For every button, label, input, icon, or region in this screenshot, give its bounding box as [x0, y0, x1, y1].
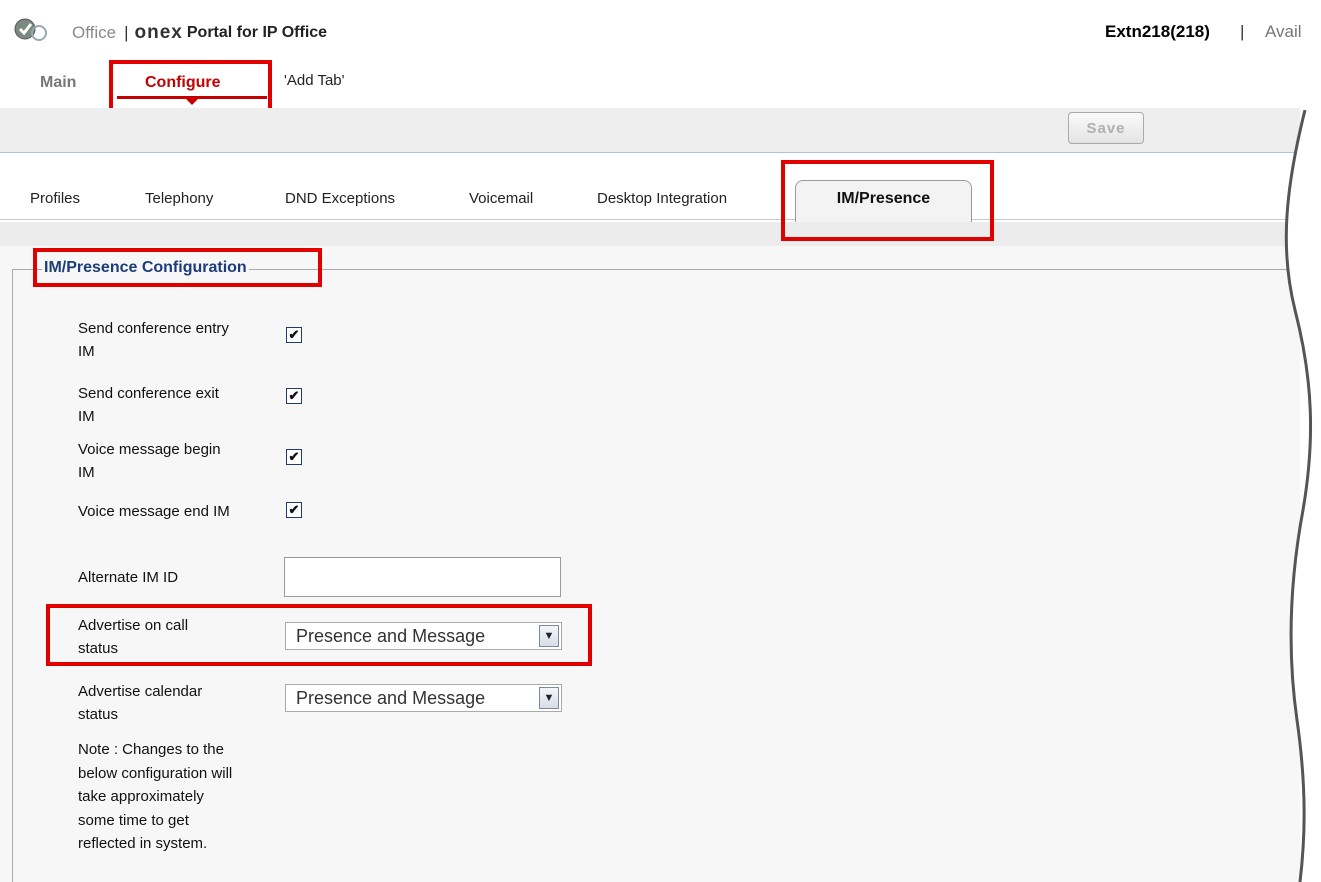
user-extension: Extn218(218) — [1105, 22, 1210, 41]
checkbox-label-voice-end: Voice message end IM — [78, 503, 230, 520]
checkbox-voice-begin[interactable]: ✔ — [286, 449, 302, 465]
tab-desktop-integration[interactable]: Desktop Integration — [597, 190, 727, 207]
advertise-calendar-select[interactable]: Presence and Message ▼ — [285, 684, 562, 712]
checkbox-label-voice-begin: Voice message begin IM — [78, 441, 221, 481]
checkbox-label-conference-entry: Send conference entry IM — [78, 320, 229, 360]
checkbox-conference-entry[interactable]: ✔ — [286, 327, 302, 343]
brand-onex-logo: onex — [134, 22, 183, 43]
presence-status[interactable]: Avail — [1265, 22, 1302, 42]
tabs-divider — [0, 219, 1300, 220]
config-tabs — [0, 153, 1300, 223]
save-button[interactable]: Save — [1068, 112, 1144, 144]
fieldset-border-left — [12, 269, 13, 882]
user-separator: | — [1240, 22, 1245, 41]
tab-voicemail[interactable]: Voicemail — [469, 190, 533, 207]
alternate-im-label: Alternate IM ID — [78, 569, 179, 586]
highlight-im-presence-tab — [781, 160, 994, 241]
checkbox-label-conference-exit: Send conference exit IM — [78, 385, 219, 425]
brand-office: Office — [72, 23, 117, 42]
torn-edge-decoration — [1284, 110, 1321, 882]
tab-band — [0, 222, 1300, 246]
advertise-calendar-label: Advertise calendar status — [78, 683, 203, 723]
onex-logo-icon — [14, 18, 47, 41]
tab-dnd-exceptions[interactable]: DND Exceptions — [285, 190, 395, 207]
checkbox-voice-end[interactable]: ✔ — [286, 502, 302, 518]
highlight-advertise-call — [46, 604, 592, 666]
tab-telephony[interactable]: Telephony — [145, 190, 213, 207]
chevron-down-icon[interactable]: ▼ — [539, 687, 559, 709]
nav-tab-main[interactable]: Main — [40, 74, 76, 92]
advertise-calendar-value: Presence and Message — [296, 688, 486, 708]
highlight-section-title — [33, 248, 322, 287]
tab-profiles[interactable]: Profiles — [30, 190, 80, 207]
config-note: Note : Changes to the below configuratio… — [78, 741, 233, 852]
nav-tab-add[interactable]: 'Add Tab' — [284, 72, 345, 89]
brand-title: Office | onex Portal for IP Office — [72, 22, 327, 44]
brand-separator: | — [124, 23, 129, 42]
brand-portal: Portal for IP Office — [186, 24, 328, 41]
checkbox-conference-exit[interactable]: ✔ — [286, 388, 302, 404]
alternate-im-input[interactable] — [284, 557, 561, 597]
